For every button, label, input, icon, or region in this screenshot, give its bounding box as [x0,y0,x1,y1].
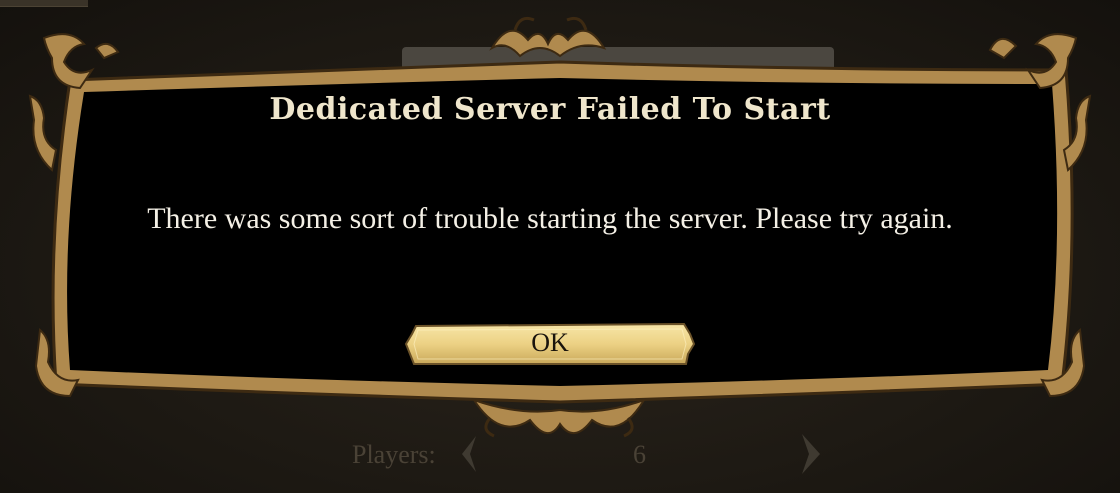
dialog-message: There was some sort of trouble starting … [147,202,953,235]
game-screen: Players: 6 Dedicated Server Failed To St… [0,0,1120,493]
dialog-frame [28,16,1092,438]
dialog-title: Dedicated Server Failed To Start [269,92,831,127]
ok-button-label: OK [531,328,569,357]
ok-button[interactable]: OK [404,322,696,366]
